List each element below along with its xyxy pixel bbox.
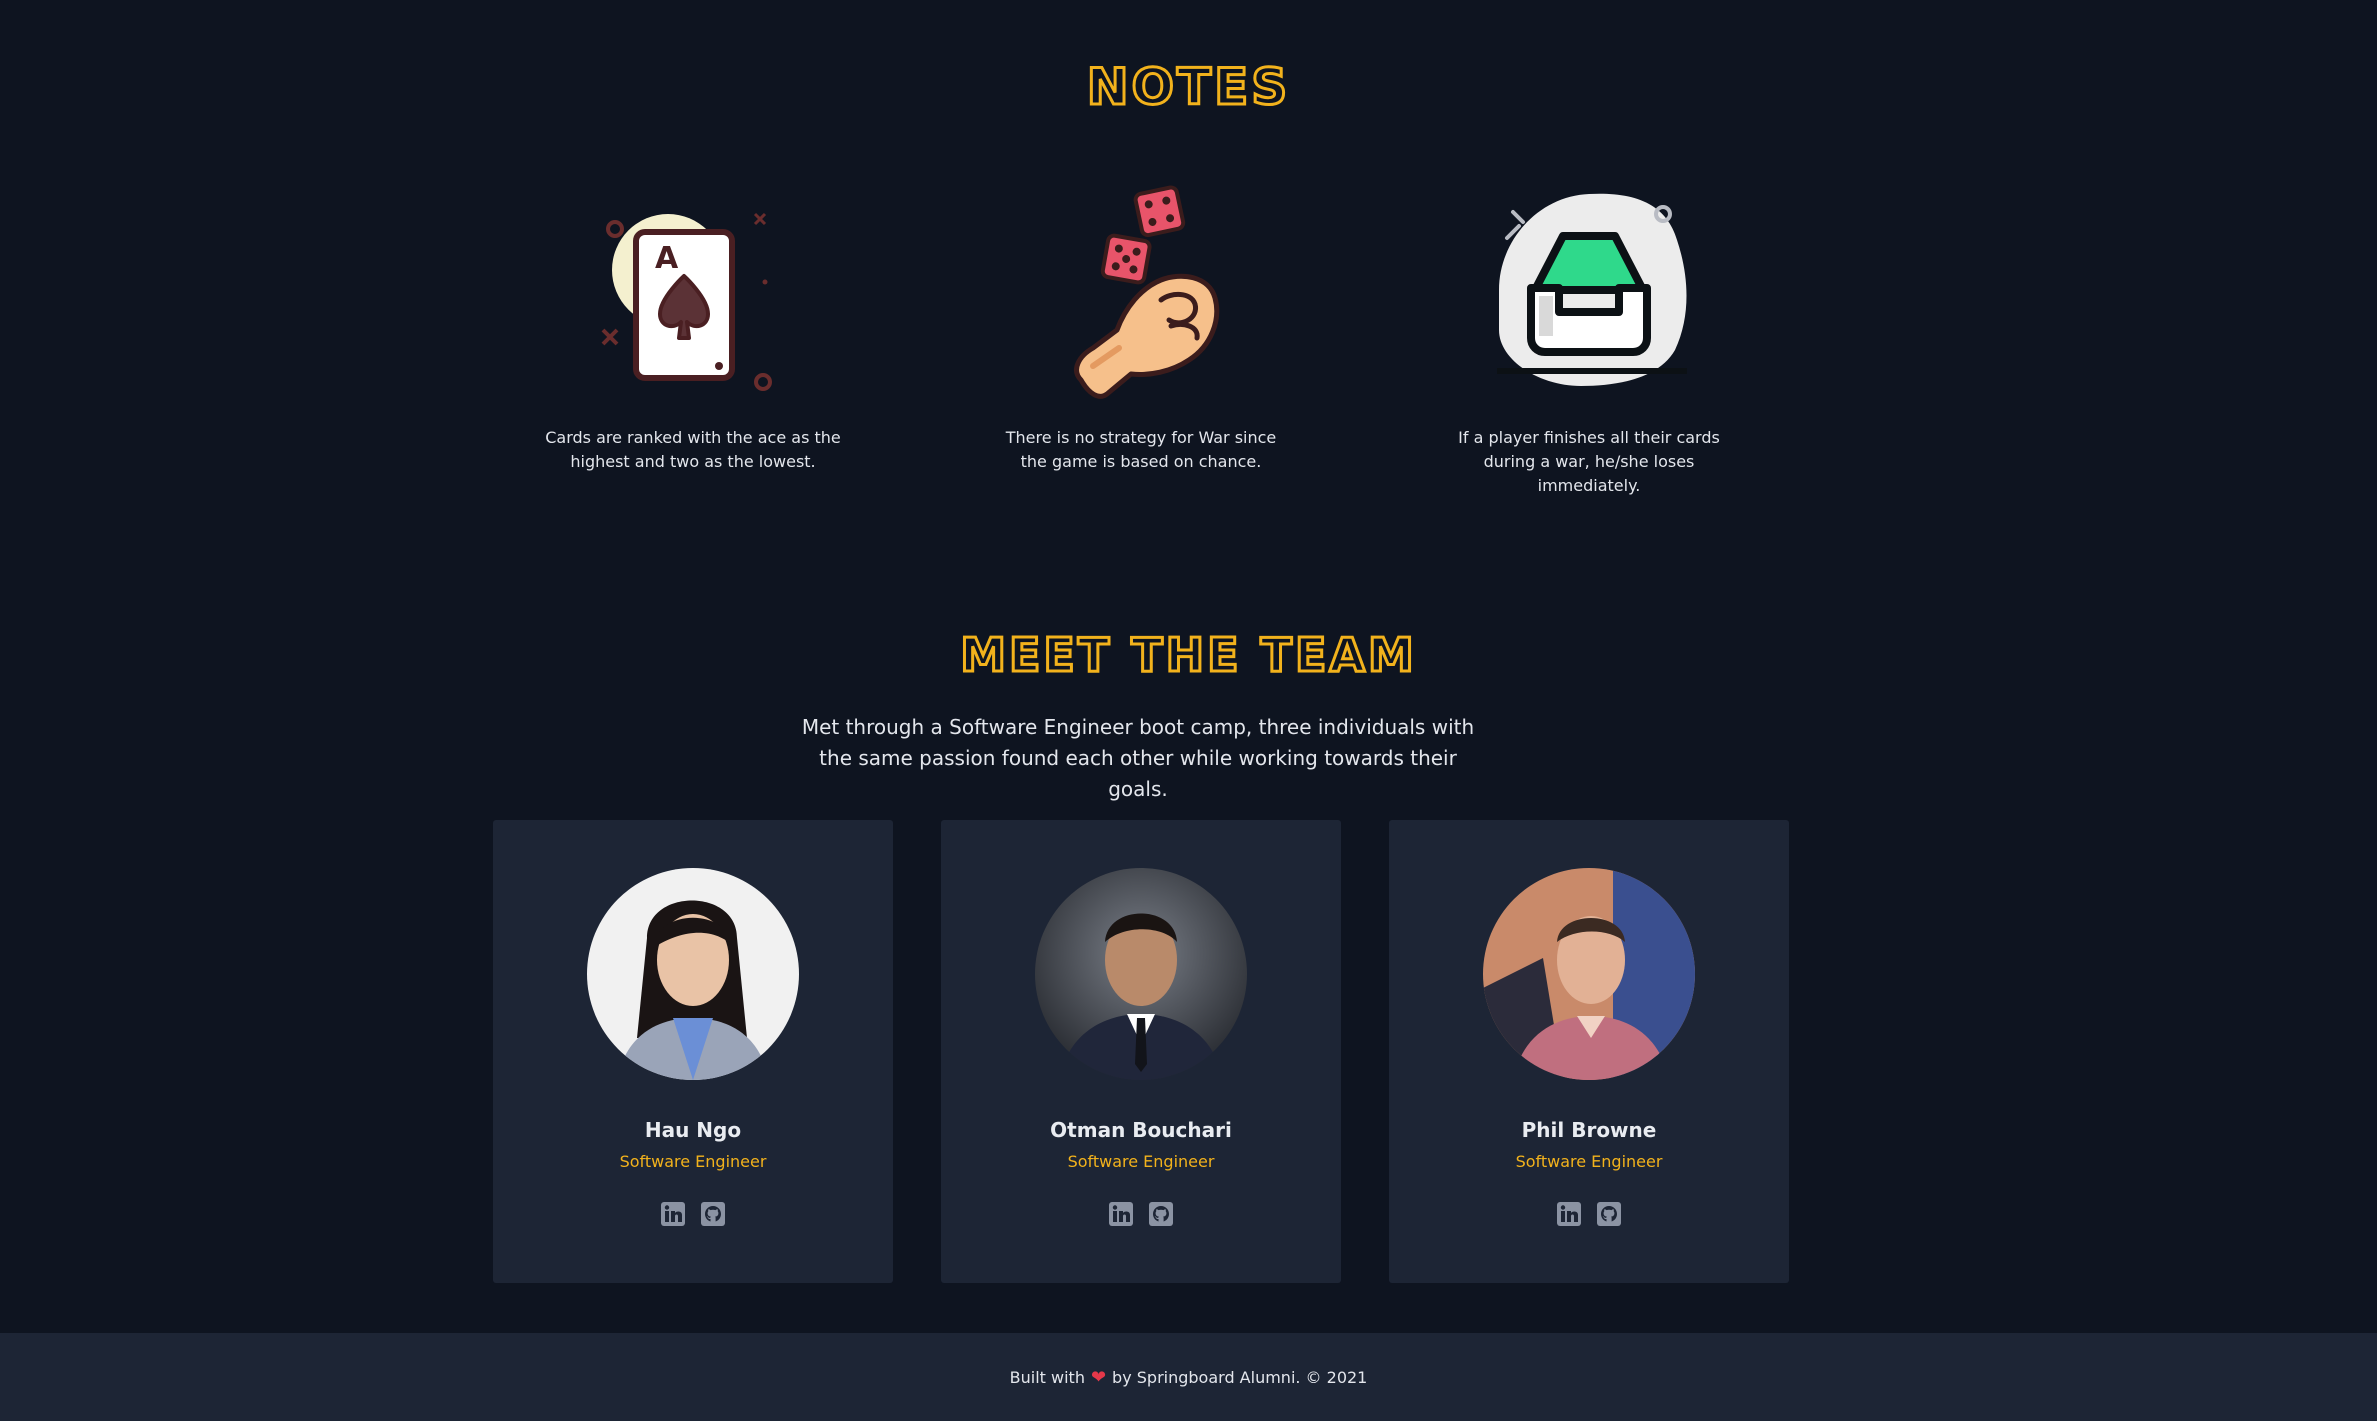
social-links (941, 1201, 1341, 1227)
linkedin-icon[interactable] (660, 1201, 686, 1227)
github-icon[interactable] (1596, 1201, 1622, 1227)
team-title: MEET THE TEAM (959, 627, 1417, 684)
footer-text-after: by Springboard Alumni. © 2021 (1112, 1367, 1368, 1387)
page: NOTES A Cards are ranked with the ace as… (0, 0, 2377, 1421)
note-strategy: There is no strategy for War since the g… (991, 180, 1291, 474)
empty-tray-icon (1497, 193, 1687, 386)
member-name: Otman Bouchari (1050, 1118, 1232, 1142)
dice-hand-icon (1074, 185, 1220, 399)
ace-of-spades-card-icon: A (601, 212, 772, 391)
team-member-card: Phil Browne Software Engineer (1389, 820, 1789, 1283)
member-name: Phil Browne (1521, 1118, 1657, 1142)
team-intro: Met through a Software Engineer boot cam… (801, 715, 1475, 801)
notes-title: NOTES (1085, 57, 1291, 118)
member-name: Hau Ngo (644, 1118, 742, 1142)
social-links (1389, 1201, 1789, 1227)
github-icon[interactable] (1148, 1201, 1174, 1227)
member-role: Software Engineer (1067, 1152, 1215, 1171)
note-text: There is no strategy for War since the g… (1005, 428, 1277, 471)
linkedin-icon[interactable] (1108, 1201, 1134, 1227)
team-member-card: Hau Ngo Software Engineer (493, 820, 893, 1283)
note-war-rule: If a player finishes all their cards dur… (1439, 180, 1739, 498)
note-card-ranking: A Cards are ranked with the ace as the h… (543, 180, 843, 474)
member-role: Software Engineer (619, 1152, 767, 1171)
avatar (1483, 868, 1695, 1080)
team-member-card: Otman Bouchari Software Engineer (941, 820, 1341, 1283)
social-links (493, 1201, 893, 1227)
footer-text-before: Built with (1009, 1367, 1085, 1387)
note-text: If a player finishes all their cards dur… (1458, 428, 1720, 495)
avatar (587, 868, 799, 1080)
linkedin-icon[interactable] (1556, 1201, 1582, 1227)
heart-icon: ❤ (1090, 1366, 1107, 1388)
github-icon[interactable] (700, 1201, 726, 1227)
footer: Built with ❤ by Springboard Alumni. © 20… (0, 1333, 2377, 1421)
member-role: Software Engineer (1515, 1152, 1663, 1171)
svg-text:A: A (655, 241, 679, 276)
avatar (1035, 868, 1247, 1080)
note-text: Cards are ranked with the ace as the hig… (545, 428, 841, 471)
